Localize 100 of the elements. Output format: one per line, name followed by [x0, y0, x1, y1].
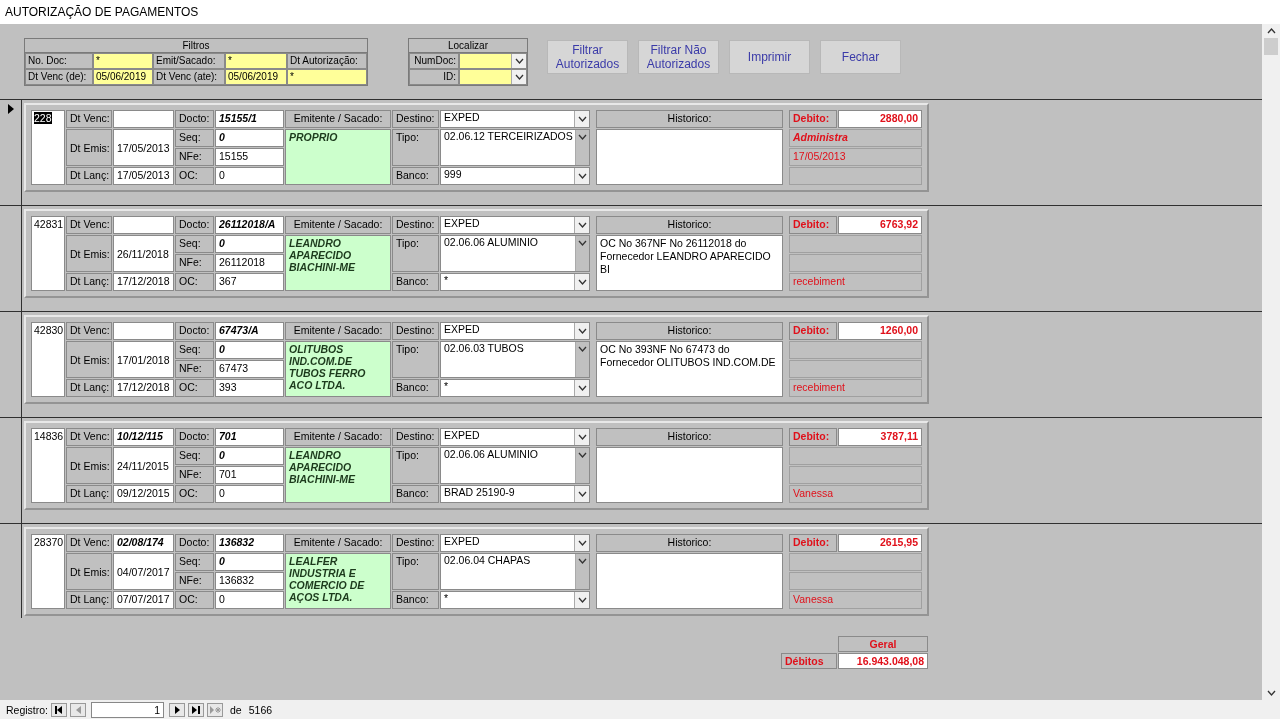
nav-button[interactable]: [188, 702, 204, 717]
dropdown-field[interactable]: [459, 69, 527, 85]
issuer-field[interactable]: OLITUBOS IND.COM.DE TUBOS FERRO ACO LTDA.: [285, 341, 391, 397]
history-field[interactable]: [596, 447, 783, 503]
input-field[interactable]: 26112018/A: [215, 216, 284, 234]
input-field[interactable]: [789, 235, 922, 253]
input-field[interactable]: 17/01/2018: [113, 341, 174, 378]
input-field[interactable]: 15155/1: [215, 110, 284, 128]
dropdown-field[interactable]: EXPED: [440, 534, 590, 552]
dropdown-field[interactable]: 02.06.04 CHAPAS: [440, 553, 590, 590]
input-field[interactable]: [789, 572, 922, 590]
dropdown-field[interactable]: EXPED: [440, 428, 590, 446]
action-button[interactable]: Filtrar Não Autorizados: [638, 40, 719, 74]
input-field[interactable]: 09/12/2015: [113, 485, 174, 503]
input-field[interactable]: 05/06/2019: [93, 69, 153, 85]
column-header: Historico:: [596, 534, 783, 552]
input-field[interactable]: [789, 447, 922, 465]
input-field[interactable]: 17/05/2013: [113, 167, 174, 185]
input-field[interactable]: 67473: [215, 360, 284, 378]
dropdown-field[interactable]: EXPED: [440, 110, 590, 128]
dropdown-field[interactable]: 02.06.03 TUBOS: [440, 341, 590, 378]
dropdown-field[interactable]: *: [440, 591, 590, 609]
dropdown-field[interactable]: BRAD 25190-9: [440, 485, 590, 503]
input-field[interactable]: 17/12/2018: [113, 273, 174, 291]
input-field[interactable]: 0: [215, 341, 284, 359]
input-field[interactable]: [789, 360, 922, 378]
input-field[interactable]: 701: [215, 428, 284, 446]
previous-icon: [75, 705, 81, 714]
dropdown-field[interactable]: EXPED: [440, 216, 590, 234]
scrollbar-thumb[interactable]: [1264, 38, 1278, 55]
record-number-field[interactable]: 1: [91, 701, 164, 718]
input-field[interactable]: 26/11/2018: [113, 235, 174, 272]
input-field[interactable]: 0: [215, 591, 284, 609]
total-field[interactable]: 16.943.048,08: [838, 653, 928, 669]
input-field[interactable]: 67473/A: [215, 322, 284, 340]
input-field[interactable]: [789, 341, 922, 359]
dropdown-field[interactable]: *: [440, 273, 590, 291]
chevron-down-icon: [578, 452, 587, 458]
input-field[interactable]: 17/05/2013: [113, 129, 174, 166]
field-label: Seq:: [175, 553, 214, 571]
input-field[interactable]: 3787,11: [838, 428, 922, 446]
input-field[interactable]: 367: [215, 273, 284, 291]
dropdown-field[interactable]: 02.06.06 ALUMINIO: [440, 447, 590, 484]
nav-button[interactable]: [51, 702, 67, 717]
input-field[interactable]: [789, 254, 922, 272]
input-field[interactable]: 393: [215, 379, 284, 397]
input-field[interactable]: 6763,92: [838, 216, 922, 234]
input-field[interactable]: 701: [215, 466, 284, 484]
action-button[interactable]: Imprimir: [729, 40, 810, 74]
input-field[interactable]: [789, 553, 922, 571]
input-field[interactable]: [789, 466, 922, 484]
input-field[interactable]: 10/12/115: [113, 428, 174, 446]
dropdown-field[interactable]: EXPED: [440, 322, 590, 340]
input-field[interactable]: *: [225, 53, 287, 69]
issuer-field[interactable]: LEALFER INDUSTRIA E COMERCIO DE AÇOS LTDA.: [285, 553, 391, 609]
input-field[interactable]: 0: [215, 167, 284, 185]
input-field[interactable]: 24/11/2015: [113, 447, 174, 484]
field-label: Destino:: [392, 216, 439, 234]
input-field[interactable]: 04/07/2017: [113, 553, 174, 590]
input-field[interactable]: 136832: [215, 572, 284, 590]
input-field[interactable]: 136832: [215, 534, 284, 552]
dropdown-field[interactable]: 02.06.12 TERCEIRIZADOS: [440, 129, 590, 166]
history-field[interactable]: [596, 129, 783, 185]
input-field[interactable]: 26112018: [215, 254, 284, 272]
history-field[interactable]: [596, 553, 783, 609]
input-field[interactable]: 2880,00: [838, 110, 922, 128]
field-label: Destino:: [392, 322, 439, 340]
history-field[interactable]: OC No 367NF No 26112018 do Fornecedor LEANDRO APARECIDO BI: [596, 235, 783, 291]
input-field[interactable]: [789, 167, 922, 185]
input-field[interactable]: 02/08/174: [113, 534, 174, 552]
history-field[interactable]: OC No 393NF No 67473 do Fornecedor OLITUBOS IND.COM.DE: [596, 341, 783, 397]
input-field[interactable]: 05/06/2019: [225, 69, 287, 85]
input-field[interactable]: *: [287, 69, 367, 85]
input-field[interactable]: 2615,95: [838, 534, 922, 552]
input-field[interactable]: 17/12/2018: [113, 379, 174, 397]
input-field[interactable]: *: [93, 53, 153, 69]
action-button[interactable]: Fechar: [820, 40, 901, 74]
dropdown-field[interactable]: 02.06.06 ALUMINIO: [440, 235, 590, 272]
input-field[interactable]: 0: [215, 129, 284, 147]
issuer-field[interactable]: PROPRIO: [285, 129, 391, 185]
dropdown-field[interactable]: *: [440, 379, 590, 397]
input-field[interactable]: [113, 110, 174, 128]
dropdown-field[interactable]: [459, 53, 527, 69]
input-field[interactable]: [113, 216, 174, 234]
input-field[interactable]: 0: [215, 485, 284, 503]
scrollbar[interactable]: [1262, 24, 1280, 700]
input-field[interactable]: 0: [215, 553, 284, 571]
input-field[interactable]: 1260,00: [838, 322, 922, 340]
input-field[interactable]: 0: [215, 235, 284, 253]
dropdown-field[interactable]: 999: [440, 167, 590, 185]
input-field[interactable]: 0: [215, 447, 284, 465]
nav-button[interactable]: [169, 702, 185, 717]
issuer-field[interactable]: LEANDRO APARECIDO BIACHINI-ME: [285, 235, 391, 291]
field-label: OC:: [175, 167, 214, 185]
issuer-field[interactable]: LEANDRO APARECIDO BIACHINI-ME: [285, 447, 391, 503]
input-field[interactable]: [113, 322, 174, 340]
input-field[interactable]: 07/07/2017: [113, 591, 174, 609]
input-field[interactable]: 15155: [215, 148, 284, 166]
field-label: Debito:: [789, 428, 837, 446]
action-button[interactable]: Filtrar Autorizados: [547, 40, 628, 74]
